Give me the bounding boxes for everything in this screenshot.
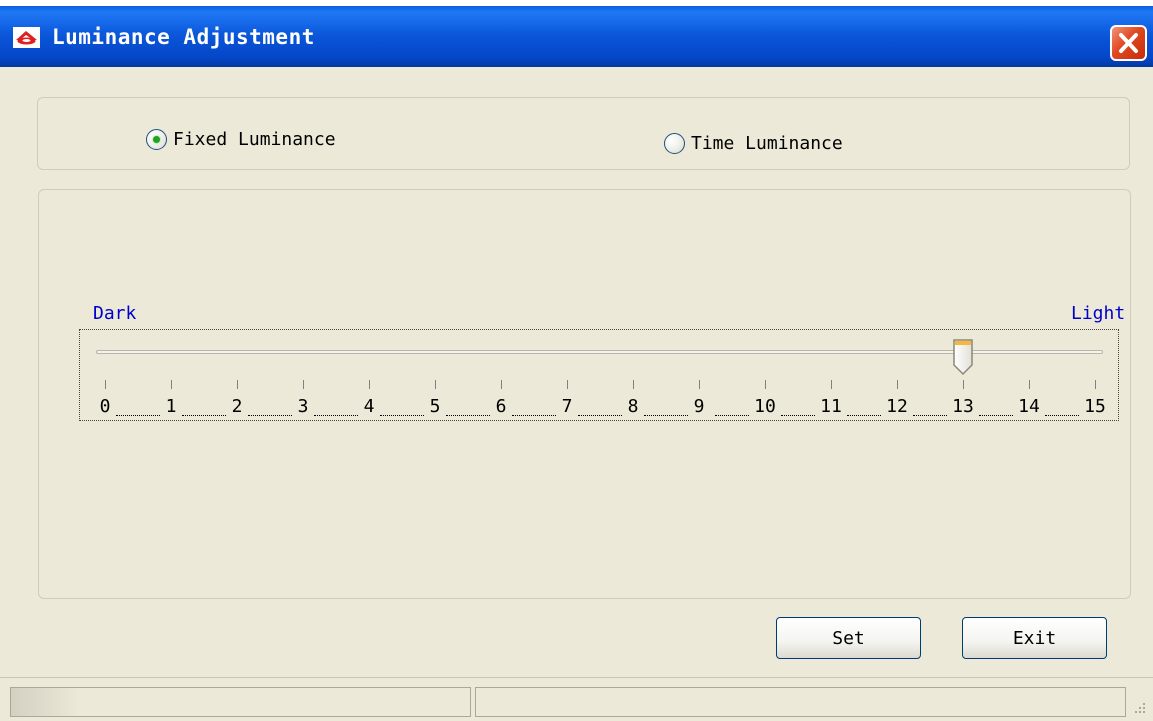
scale-label: 8: [627, 396, 639, 417]
slider-tick: [303, 380, 304, 389]
scale-label: 1: [165, 396, 177, 417]
status-pane-2: [475, 687, 1126, 717]
radio-dot-icon: [153, 136, 160, 143]
scale-label: 3: [297, 396, 309, 417]
scale-label: 12: [886, 396, 908, 417]
dark-label: Dark: [93, 303, 137, 324]
scale-leader: [182, 415, 226, 416]
set-button[interactable]: Set: [776, 617, 921, 659]
scale-label: 7: [561, 396, 573, 417]
slider-tick: [765, 380, 766, 389]
scale-label: 0: [99, 396, 111, 417]
slider-tick: [501, 380, 502, 389]
app-logo-icon: [13, 27, 40, 48]
scale-leader: [578, 415, 622, 416]
slider-tick: [963, 380, 964, 389]
scale-label: 10: [754, 396, 776, 417]
status-pane-1: [10, 687, 471, 717]
scale-label: 15: [1084, 396, 1106, 417]
scale-leader: [781, 415, 815, 416]
resize-grip-icon[interactable]: [1128, 698, 1148, 718]
scale-label: 4: [363, 396, 375, 417]
fixed-luminance-radio[interactable]: Fixed Luminance: [146, 129, 336, 150]
slider-tick: [435, 380, 436, 389]
slider-thumb[interactable]: [952, 338, 974, 376]
luminance-slider[interactable]: 0 1 2 3 4 5 6 7 8 9 10 11 12 13 14 15: [79, 329, 1119, 421]
scale-leader: [913, 415, 947, 416]
window-title: Luminance Adjustment: [52, 25, 315, 49]
slider-tick: [699, 380, 700, 389]
scale-leader: [979, 415, 1013, 416]
time-luminance-label: Time Luminance: [691, 133, 843, 154]
radio-button-selected[interactable]: [146, 129, 167, 150]
luminance-dialog: Luminance Adjustment Fixed Luminance Tim…: [0, 5, 1153, 721]
slider-tick: [105, 380, 106, 389]
scale-leader: [446, 415, 490, 416]
scale-leader: [116, 415, 160, 416]
light-label: Light: [1071, 303, 1126, 324]
time-luminance-radio[interactable]: Time Luminance: [664, 133, 843, 154]
slider-tick: [171, 380, 172, 389]
close-button[interactable]: [1110, 25, 1147, 61]
radio-button-unselected[interactable]: [664, 133, 685, 154]
slider-tick: [237, 380, 238, 389]
scale-leader: [847, 415, 881, 416]
scale-leader: [314, 415, 358, 416]
scale-leader: [380, 415, 424, 416]
title-bar[interactable]: Luminance Adjustment: [0, 5, 1153, 67]
scale-leader: [1045, 415, 1079, 416]
scale-label: 5: [429, 396, 441, 417]
status-bar: [0, 677, 1153, 721]
slider-tick: [369, 380, 370, 389]
scale-leader: [512, 415, 556, 416]
slider-tick: [1095, 380, 1096, 389]
scale-label: 14: [1018, 396, 1040, 417]
slider-tick: [567, 380, 568, 389]
slider-tick: [831, 380, 832, 389]
slider-tick: [633, 380, 634, 389]
scale-leader: [248, 415, 292, 416]
scale-label: 2: [231, 396, 243, 417]
fixed-luminance-label: Fixed Luminance: [173, 129, 336, 150]
scale-leader: [644, 415, 688, 416]
scale-label: 6: [495, 396, 507, 417]
slider-tick: [1029, 380, 1030, 389]
exit-button[interactable]: Exit: [962, 617, 1107, 659]
scale-label: 13: [952, 396, 974, 417]
scale-label: 11: [820, 396, 842, 417]
scale-leader: [715, 415, 749, 416]
close-icon: [1119, 33, 1138, 53]
scale-label: 9: [693, 396, 705, 417]
slider-tick: [897, 380, 898, 389]
